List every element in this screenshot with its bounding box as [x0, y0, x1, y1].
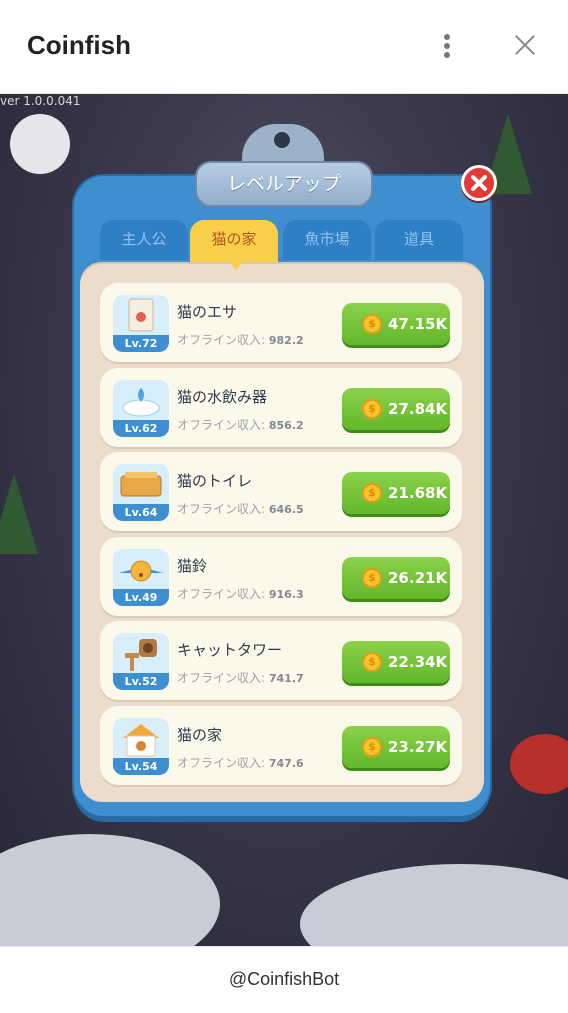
offline-income: オフライン収入: 646.5	[177, 502, 304, 516]
cat-food-bag-icon: Lv.72	[113, 295, 169, 352]
app-title: Coinfish	[27, 30, 131, 60]
tab-fish-market[interactable]: 魚市場	[283, 220, 371, 260]
upgrade-buy-button[interactable]: $ 22.34K	[342, 641, 450, 683]
version-label: ver 1.0.0.041	[0, 94, 81, 108]
item-name: 猫のエサ	[177, 303, 238, 321]
upgrade-buy-button[interactable]: $ 27.84K	[342, 388, 450, 430]
upgrade-item: Lv.54 猫の家 オフライン収入: 747.6 $ 23.27K	[100, 706, 462, 785]
coin-icon: $	[362, 568, 382, 588]
offline-income: オフライン収入: 982.2	[177, 333, 304, 347]
cat-tower-icon: Lv.52	[113, 633, 169, 690]
upgrade-item: Lv.52 キャットタワー オフライン収入: 741.7 $ 22.34K	[100, 621, 462, 700]
upgrade-buy-button[interactable]: $ 21.68K	[342, 472, 450, 514]
upgrade-item: Lv.62 猫の水飲み器 オフライン収入: 856.2 $ 27.84K	[100, 368, 462, 447]
dialog-close-button[interactable]	[461, 165, 497, 201]
game-canvas: ver 1.0.0.041 レベルアップ 主人公 猫の家 魚市場 道具 Lv.7…	[0, 94, 568, 946]
coin-icon: $	[362, 652, 382, 672]
upgrade-item: Lv.72 猫のエサ オフライン収入: 982.2 $ 47.15K	[100, 283, 462, 362]
coin-icon: $	[362, 314, 382, 334]
coin-icon: $	[362, 399, 382, 419]
tab-hero[interactable]: 主人公	[100, 220, 188, 260]
snowman-decor	[10, 114, 70, 174]
cat-bell-icon: Lv.49	[113, 549, 169, 606]
upgrade-buy-button[interactable]: $ 47.15K	[342, 303, 450, 345]
upgrade-item: Lv.64 猫のトイレ オフライン収入: 646.5 $ 21.68K	[100, 452, 462, 531]
dialog-title: レベルアップ	[195, 161, 373, 207]
app-footer: @CoinfishBot	[0, 946, 568, 1013]
offline-income: オフライン収入: 741.7	[177, 671, 304, 685]
bot-handle-link[interactable]: @CoinfishBot	[0, 969, 568, 990]
christmas-tree-decor	[0, 474, 38, 554]
coin-icon: $	[362, 737, 382, 757]
kebab-menu-icon[interactable]	[432, 30, 462, 62]
tab-tools[interactable]: 道具	[375, 220, 463, 260]
upgrade-buy-button[interactable]: $ 26.21K	[342, 557, 450, 599]
cat-house-icon: Lv.54	[113, 718, 169, 775]
offline-income: オフライン収入: 747.6	[177, 756, 304, 770]
snow-mound	[300, 864, 568, 946]
coin-icon: $	[362, 483, 382, 503]
tab-cat-house[interactable]: 猫の家	[190, 220, 278, 262]
close-icon[interactable]	[508, 30, 542, 62]
close-icon	[471, 175, 487, 191]
litter-box-icon: Lv.64	[113, 464, 169, 521]
item-name: 猫の家	[177, 726, 223, 744]
snow-mound	[0, 834, 220, 946]
flower-pot-decor	[510, 734, 568, 794]
upgrade-buy-button[interactable]: $ 23.27K	[342, 726, 450, 768]
item-name: 猫鈴	[177, 557, 208, 575]
app-header: Coinfish	[0, 0, 568, 94]
active-tab-pointer	[228, 260, 244, 270]
water-fountain-icon: Lv.62	[113, 380, 169, 437]
upgrade-item: Lv.49 猫鈴 オフライン収入: 916.3 $ 26.21K	[100, 537, 462, 616]
item-name: キャットタワー	[177, 641, 283, 659]
offline-income: オフライン収入: 916.3	[177, 587, 304, 601]
offline-income: オフライン収入: 856.2	[177, 418, 304, 432]
item-name: 猫のトイレ	[177, 472, 253, 490]
item-name: 猫の水飲み器	[177, 388, 268, 406]
